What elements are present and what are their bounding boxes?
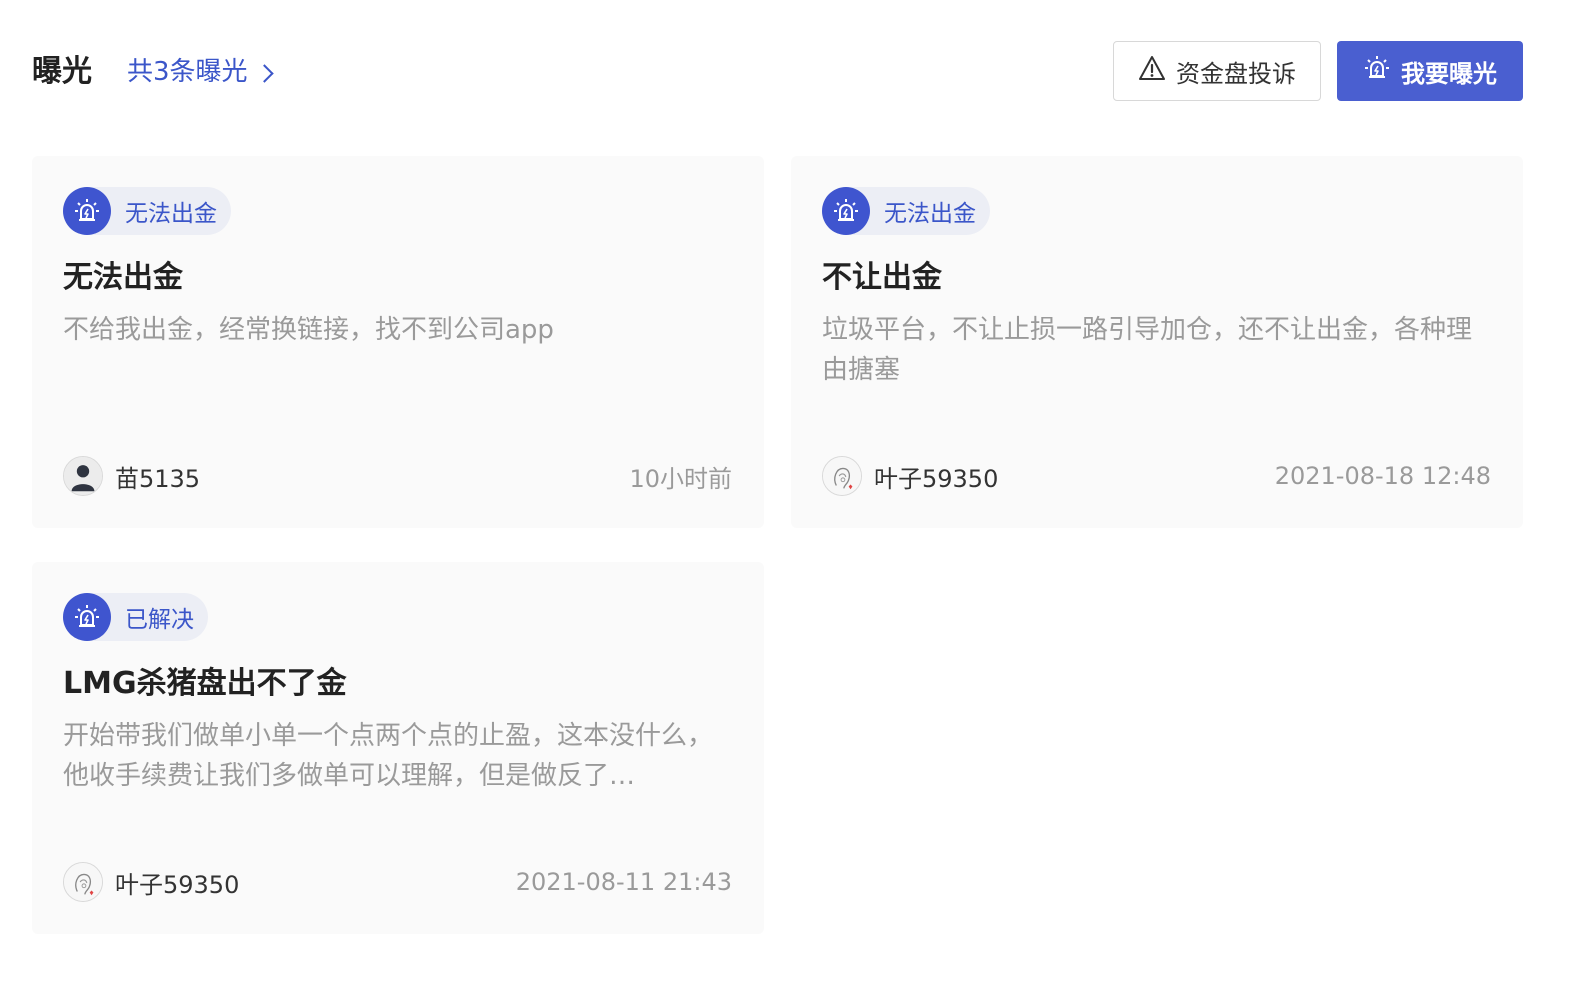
exposure-page: 曝光 共3条曝光 资金盘投诉 我要曝光 无法出金 无法出金 不给我出金，经常换链… (0, 0, 1590, 1008)
alarm-icon (63, 187, 111, 235)
user-info[interactable]: 叶子59350 (822, 456, 998, 496)
status-tag: 已解决 (63, 593, 208, 641)
user-info[interactable]: 苗5135 (63, 456, 200, 496)
card-footer: 叶子59350 2021-08-11 21:43 (63, 862, 732, 902)
card-title: 不让出金 (822, 260, 942, 295)
status-tag-label: 已解决 (125, 607, 194, 633)
exposure-card[interactable]: 无法出金 无法出金 不给我出金，经常换链接，找不到公司app 苗5135 10小… (32, 156, 764, 528)
avatar (63, 862, 103, 902)
status-tag: 无法出金 (822, 187, 990, 235)
fund-complaint-button[interactable]: 资金盘投诉 (1113, 41, 1321, 101)
exposure-count-link[interactable]: 共3条曝光 (127, 52, 274, 92)
chevron-right-icon (254, 63, 274, 83)
status-tag: 无法出金 (63, 187, 231, 235)
fund-complaint-label: 资金盘投诉 (1176, 59, 1296, 88)
username: 叶子59350 (115, 870, 240, 899)
user-info[interactable]: 叶子59350 (63, 862, 239, 902)
avatar (63, 456, 103, 496)
status-tag-label: 无法出金 (125, 201, 217, 227)
username: 苗5135 (115, 464, 201, 493)
exposure-card[interactable]: 已解决 LMG杀猪盘出不了金 开始带我们做单小单一个点两个点的止盈，这本没什么，… (32, 562, 764, 934)
timestamp: 2021-08-18 12:48 (1274, 462, 1491, 490)
expose-button[interactable]: 我要曝光 (1337, 41, 1523, 101)
card-description: 开始带我们做单小单一个点两个点的止盈，这本没什么，他收手续费让我们多做单可以理解… (63, 721, 714, 791)
card-footer: 苗5135 10小时前 (63, 456, 732, 496)
status-tag-label: 无法出金 (884, 201, 976, 227)
expose-button-label: 我要曝光 (1401, 59, 1497, 88)
timestamp: 10小时前 (629, 464, 732, 493)
page-title: 曝光 (32, 54, 92, 89)
avatar (822, 456, 862, 496)
card-title: 无法出金 (63, 260, 183, 295)
exposure-count-label: 共3条曝光 (127, 57, 248, 87)
warning-icon (1138, 55, 1166, 87)
card-footer: 叶子59350 2021-08-18 12:48 (822, 456, 1491, 496)
alarm-icon (822, 187, 870, 235)
exposure-card[interactable]: 无法出金 不让出金 垃圾平台，不让止损一路引导加仓，还不让出金，各种理由搪塞 叶… (791, 156, 1523, 528)
card-description: 垃圾平台，不让止损一路引导加仓，还不让出金，各种理由搪塞 (822, 315, 1473, 385)
card-title: LMG杀猪盘出不了金 (63, 666, 347, 701)
card-description: 不给我出金，经常换链接，找不到公司app (63, 315, 554, 345)
alarm-icon (63, 593, 111, 641)
timestamp: 2021-08-11 21:43 (515, 868, 732, 896)
username: 叶子59350 (874, 464, 999, 493)
alarm-icon (1363, 54, 1391, 88)
